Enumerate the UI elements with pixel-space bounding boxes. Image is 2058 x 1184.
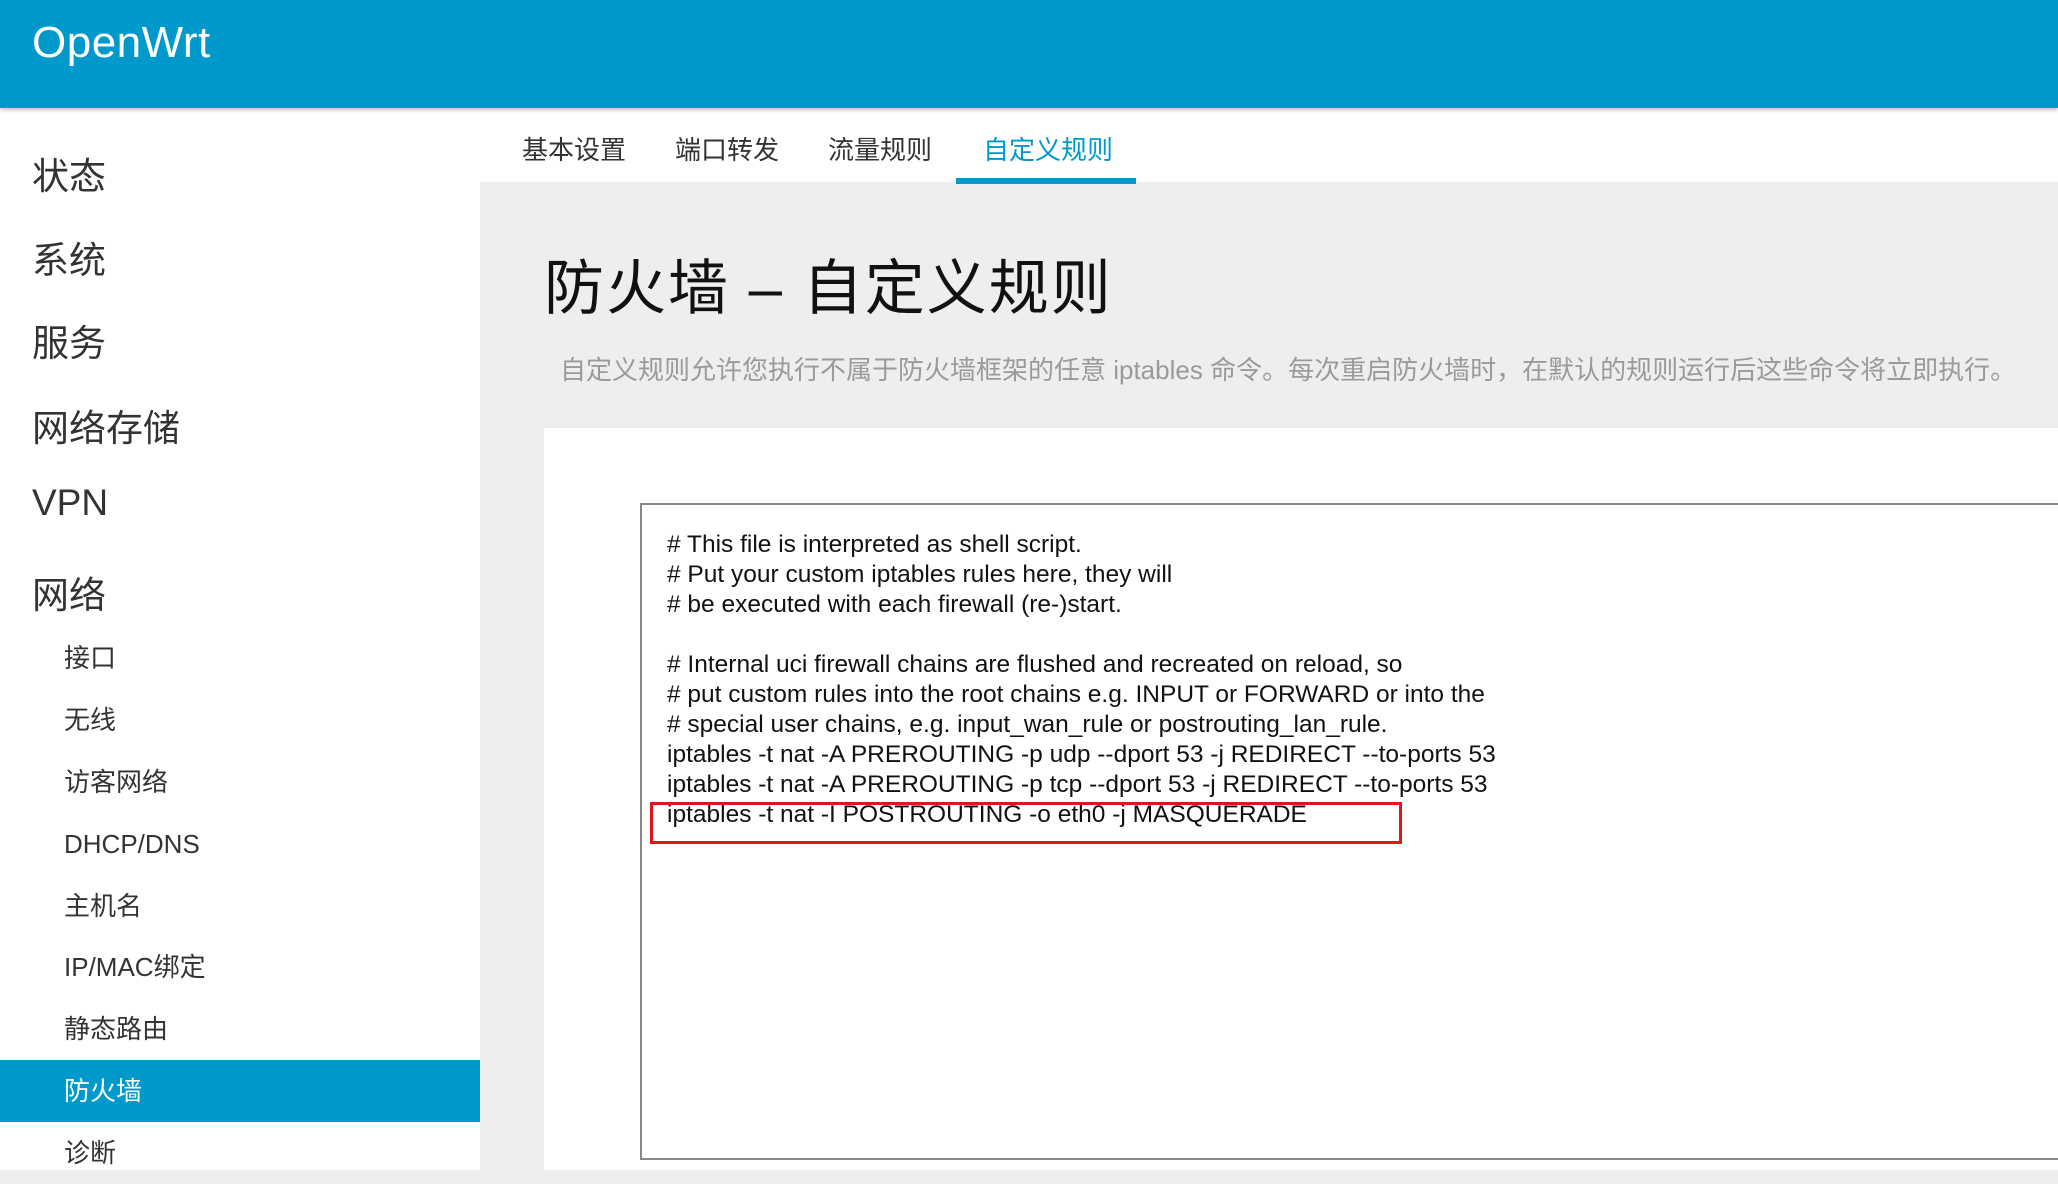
editor-line: # This file is interpreted as shell scri… — [667, 531, 1082, 558]
sidebar-item-nas[interactable]: 网络存储 — [32, 398, 180, 452]
top-header: OpenWrt — [0, 0, 2058, 108]
sidebar-item-system[interactable]: 系统 — [32, 230, 106, 284]
sidebar-item-status[interactable]: 状态 — [32, 146, 106, 200]
brand-logo[interactable]: OpenWrt — [32, 18, 211, 68]
sidebar: 状态 系统 服务 网络存储 VPN 网络 接口 无线 访客网络 DHCP/DNS… — [0, 108, 480, 1170]
editor-line: # Internal uci firewall chains are flush… — [667, 651, 1403, 678]
sidebar-item-network[interactable]: 网络 — [32, 565, 106, 619]
sidebar-subitem-dhcp-dns[interactable]: DHCP/DNS — [0, 813, 480, 875]
sidebar-item-vpn[interactable]: VPN — [32, 482, 108, 524]
editor-line: # special user chains, e.g. input_wan_ru… — [667, 711, 1388, 738]
sidebar-item-services[interactable]: 服务 — [32, 313, 106, 367]
sidebar-subitem-wireless[interactable]: 无线 — [0, 689, 480, 751]
sidebar-subitem-diagnostics[interactable]: 诊断 — [0, 1122, 480, 1184]
tab-traffic-rules[interactable]: 流量规则 — [828, 130, 932, 167]
tab-bar: 基本设置 端口转发 流量规则 自定义规则 — [480, 108, 2058, 182]
sidebar-subitem-static-routes[interactable]: 静态路由 — [0, 998, 480, 1060]
editor-line: iptables -t nat -A PREROUTING -p udp --d… — [667, 741, 1496, 768]
tab-custom-rules[interactable]: 自定义规则 — [983, 130, 1113, 167]
tab-general-settings[interactable]: 基本设置 — [522, 130, 626, 167]
highlight-annotation-box — [650, 802, 1402, 844]
sidebar-subitem-ip-mac-binding[interactable]: IP/MAC绑定 — [0, 936, 480, 998]
editor-line: iptables -t nat -A PREROUTING -p tcp --d… — [667, 771, 1488, 798]
editor-line: # Put your custom iptables rules here, t… — [667, 561, 1173, 588]
page-title: 防火墙 – 自定义规则 — [544, 255, 1113, 322]
editor-line: # be executed with each firewall (re-)st… — [667, 591, 1122, 618]
sidebar-subitem-interfaces[interactable]: 接口 — [0, 627, 480, 689]
sidebar-subitem-hostnames[interactable]: 主机名 — [0, 875, 480, 937]
sidebar-subitem-firewall[interactable]: 防火墙 — [0, 1060, 480, 1122]
active-tab-indicator — [956, 178, 1136, 184]
editor-line: # put custom rules into the root chains … — [667, 681, 1485, 708]
page-description: 自定义规则允许您执行不属于防火墙框架的任意 iptables 命令。每次重启防火… — [560, 355, 2017, 385]
sidebar-subitem-guest-network[interactable]: 访客网络 — [0, 751, 480, 813]
tab-port-forwards[interactable]: 端口转发 — [675, 130, 779, 167]
